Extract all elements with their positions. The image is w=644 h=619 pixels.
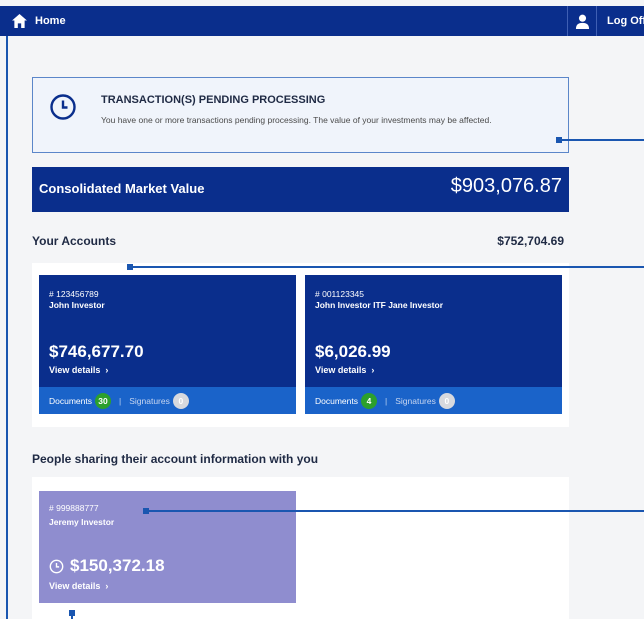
accounts-header: Your Accounts $752,704.69: [32, 234, 569, 250]
shared-accounts-panel: # 999888777 Jeremy Investor $150,372.18 …: [32, 477, 569, 619]
pending-transactions-banner: TRANSACTION(S) PENDING PROCESSING You ha…: [32, 77, 569, 153]
user-icon: [575, 14, 589, 29]
signatures-label: Signatures: [129, 395, 170, 406]
shared-account-balance: $150,372.18: [70, 556, 165, 575]
view-details-label: View details: [49, 581, 101, 591]
chevron-right-icon: ›: [102, 581, 109, 591]
chevron-right-icon: ›: [102, 365, 109, 375]
signatures-link[interactable]: Signatures 0: [395, 392, 455, 409]
shared-account-card[interactable]: # 999888777 Jeremy Investor $150,372.18 …: [39, 491, 296, 603]
shared-account-owner: Jeremy Investor: [49, 517, 115, 527]
footer-divider: |: [119, 395, 122, 406]
shared-balance-row: $150,372.18: [49, 556, 165, 576]
user-profile-button[interactable]: [567, 6, 597, 36]
logoff-link[interactable]: Log Off: [597, 15, 644, 27]
documents-label: Documents: [315, 395, 358, 406]
callout-line: [71, 613, 73, 619]
documents-label: Documents: [49, 395, 92, 406]
signatures-count-badge: 0: [438, 392, 455, 409]
documents-link[interactable]: Documents 30: [49, 392, 111, 409]
consolidated-label: Consolidated Market Value: [39, 181, 205, 196]
account-card-footer: Documents 4 | Signatures 0: [305, 387, 562, 414]
home-label: Home: [35, 15, 66, 27]
pending-message: You have one or more transactions pendin…: [101, 115, 492, 125]
account-owner: John Investor: [49, 300, 105, 310]
consolidated-market-value-bar: Consolidated Market Value $903,076.87: [32, 167, 569, 212]
account-balance: $746,677.70: [49, 342, 144, 361]
documents-count-badge: 4: [361, 392, 377, 409]
callout-line: [559, 139, 644, 141]
view-details-link[interactable]: View details ›: [315, 365, 374, 375]
shared-account-number: # 999888777: [49, 503, 99, 513]
documents-link[interactable]: Documents 4: [315, 392, 377, 409]
view-details-label: View details: [315, 365, 367, 375]
signatures-link[interactable]: Signatures 0: [129, 392, 189, 409]
documents-count-badge: 30: [95, 392, 111, 409]
home-icon: [12, 14, 27, 28]
accounts-title: Your Accounts: [32, 234, 117, 248]
account-number: # 001123345: [315, 289, 365, 299]
accounts-total: $752,704.69: [497, 234, 564, 248]
top-navigation-bar: Home Log Off: [0, 6, 644, 36]
account-owner: John Investor ITF Jane Investor: [315, 300, 444, 310]
account-number: # 123456789: [49, 289, 99, 299]
left-frame-line: [6, 36, 8, 619]
callout-line: [146, 510, 644, 512]
footer-divider: |: [385, 395, 388, 406]
account-card-footer: Documents 30 | Signatures 0: [39, 387, 296, 414]
view-details-link[interactable]: View details ›: [49, 365, 108, 375]
consolidated-value: $903,076.87: [450, 175, 562, 197]
view-details-link[interactable]: View details ›: [49, 581, 108, 591]
signatures-count-badge: 0: [172, 392, 189, 409]
chevron-right-icon: ›: [368, 365, 375, 375]
clock-icon: [50, 94, 76, 120]
callout-line: [130, 266, 644, 268]
account-card[interactable]: # 001123345 John Investor ITF Jane Inves…: [305, 275, 562, 414]
shared-accounts-title: People sharing their account information…: [32, 452, 319, 466]
view-details-label: View details: [49, 365, 101, 375]
account-balance: $6,026.99: [315, 342, 391, 361]
signatures-label: Signatures: [395, 395, 436, 406]
account-card[interactable]: # 123456789 John Investor $746,677.70 Vi…: [39, 275, 296, 414]
clock-icon: [49, 559, 64, 573]
home-link[interactable]: Home: [0, 14, 66, 28]
pending-title: TRANSACTION(S) PENDING PROCESSING: [101, 94, 326, 106]
accounts-panel: # 123456789 John Investor $746,677.70 Vi…: [32, 263, 569, 427]
